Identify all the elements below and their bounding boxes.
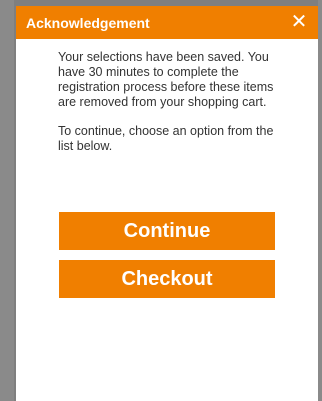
saved-message: Your selections have been saved. You hav… [58,50,274,109]
instruction-message: To continue, choose an option from the l… [58,124,274,153]
dialog-header: Acknowledgement ✕ [16,6,318,39]
page-backdrop-left [0,0,14,401]
acknowledgement-dialog: Acknowledgement ✕ Your selections have b… [16,6,318,401]
page-backdrop-right [318,0,322,401]
continue-button[interactable]: Continue [59,212,275,250]
dialog-body: Your selections have been saved. You hav… [58,50,283,168]
checkout-button[interactable]: Checkout [59,260,275,298]
close-icon[interactable]: ✕ [288,11,310,33]
dialog-title: Acknowledgement [26,15,150,31]
